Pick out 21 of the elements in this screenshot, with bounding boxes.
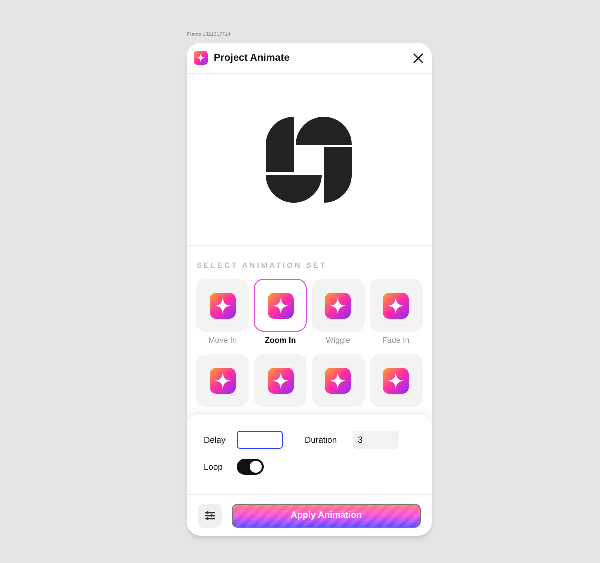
sliders-icon [204, 510, 216, 522]
loop-label: Loop [204, 460, 224, 474]
input-field[interactable]: 3 [353, 431, 399, 450]
sparkle-app-icon [383, 368, 410, 394]
delay-label: Delay [204, 434, 227, 447]
duration-label: Duration [305, 434, 338, 447]
settings-button[interactable] [198, 504, 222, 528]
sparkle-app-icon [194, 51, 208, 65]
sparkle-app-icon [383, 292, 410, 319]
sparkle-app-icon [268, 368, 294, 394]
close-button[interactable] [411, 51, 425, 65]
input-field[interactable] [237, 431, 283, 450]
sparkle-app-icon [210, 368, 236, 394]
sparkle-app-icon [210, 292, 236, 319]
close-icon [412, 52, 424, 64]
sparkle-app-icon [325, 368, 352, 394]
apply-animation-button[interactable]: Apply Animation [232, 504, 421, 528]
loop-toggle[interactable] [237, 459, 264, 476]
window-title: Project Animate [214, 52, 290, 66]
sparkle-app-icon [325, 292, 352, 319]
sparkle-app-icon [268, 292, 294, 319]
